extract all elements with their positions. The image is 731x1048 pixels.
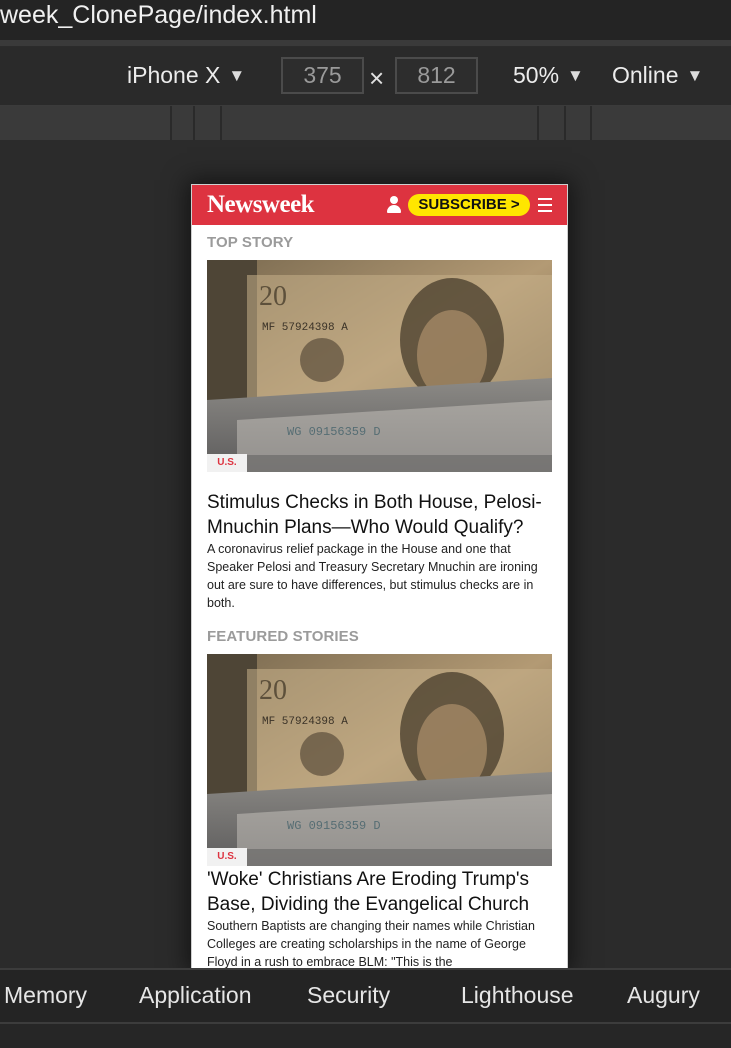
article-image[interactable]: 20 MF 57924398 A WG 09156359 D U.S.	[207, 260, 552, 472]
throttle-label: Online	[612, 62, 679, 88]
viewport-width-input[interactable]: 375	[281, 57, 364, 94]
chevron-down-icon: ▼	[686, 66, 704, 85]
devtools-footer	[0, 1024, 731, 1048]
ruler-marker	[220, 106, 222, 140]
title-divider	[0, 40, 731, 46]
svg-text:20: 20	[259, 675, 287, 706]
site-header: Newsweek SUBSCRIBE >	[192, 185, 567, 225]
viewport-height-input[interactable]: 812	[395, 57, 478, 94]
ruler-marker	[193, 106, 195, 140]
user-icon[interactable]	[386, 196, 402, 214]
article-headline[interactable]: Stimulus Checks in Both House, Pelosi-Mn…	[207, 490, 552, 540]
featured-stories-label: FEATURED STORIES	[207, 628, 359, 645]
ruler-marker	[564, 106, 566, 140]
window-titlebar: week_ClonePage/index.html	[0, 0, 731, 46]
svg-text:WG 09156359 D: WG 09156359 D	[287, 819, 381, 833]
tab-memory[interactable]: Memory	[4, 982, 87, 1009]
emulated-page[interactable]: Newsweek SUBSCRIBE > TOP STORY 20 MF 579…	[191, 184, 568, 970]
article-summary: A coronavirus relief package in the Hous…	[207, 542, 538, 610]
category-tag[interactable]: U.S.	[207, 848, 247, 866]
svg-text:MF 57924398 A: MF 57924398 A	[262, 716, 348, 728]
device-select[interactable]: iPhone X ▼	[127, 62, 245, 89]
device-label: iPhone X	[127, 62, 221, 88]
svg-text:MF 57924398 A: MF 57924398 A	[262, 322, 348, 334]
ruler-marker	[590, 106, 592, 140]
throttle-select[interactable]: Online ▼	[612, 62, 703, 89]
zoom-label: 50%	[513, 62, 560, 88]
chevron-down-icon: ▼	[228, 66, 246, 85]
devtools-tabbar: Memory Application Security Lighthouse A…	[0, 968, 731, 1024]
device-toolbar: iPhone X ▼ 375 × 812 50% ▼ Online ▼	[0, 47, 731, 106]
tab-lighthouse[interactable]: Lighthouse	[461, 982, 574, 1009]
article-summary: Southern Baptists are changing their nam…	[207, 919, 535, 969]
window-title: week_ClonePage/index.html	[0, 1, 317, 29]
site-logo[interactable]: Newsweek	[207, 191, 315, 219]
top-story-label: TOP STORY	[207, 234, 294, 251]
tab-augury[interactable]: Augury	[627, 982, 700, 1009]
zoom-select[interactable]: 50% ▼	[513, 62, 584, 89]
ruler-marker	[170, 106, 172, 140]
article-image[interactable]: 20 MF 57924398 A WG 09156359 D U.S.	[207, 654, 552, 866]
hamburger-menu-icon[interactable]	[538, 198, 552, 212]
svg-text:WG 09156359 D: WG 09156359 D	[287, 425, 381, 439]
svg-text:20: 20	[259, 281, 287, 312]
tab-application[interactable]: Application	[139, 982, 252, 1009]
ruler-marker	[537, 106, 539, 140]
dimension-separator: ×	[369, 63, 385, 93]
article-headline[interactable]: 'Woke' Christians Are Eroding Trump's Ba…	[207, 867, 552, 917]
category-tag[interactable]: U.S.	[207, 454, 247, 472]
media-query-ruler[interactable]	[0, 106, 731, 140]
chevron-down-icon: ▼	[567, 66, 584, 85]
tab-security[interactable]: Security	[307, 982, 390, 1009]
subscribe-button[interactable]: SUBSCRIBE >	[408, 194, 530, 216]
